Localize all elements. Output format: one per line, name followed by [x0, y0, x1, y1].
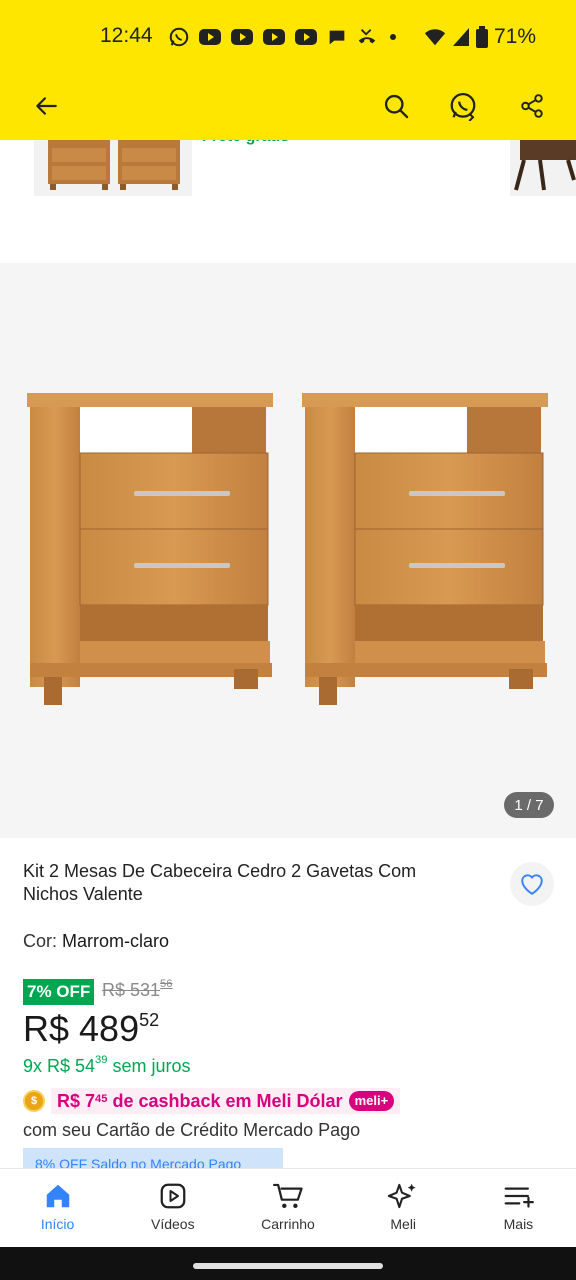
app-header [0, 72, 576, 140]
wifi-icon [424, 29, 446, 46]
nav-label: Meli [390, 1216, 417, 1232]
current-price: R$ 48952 [23, 1008, 160, 1049]
home-icon [46, 1184, 69, 1208]
youtube-icon [263, 29, 285, 45]
installments-text[interactable]: 9x R$ 5439 sem juros [23, 1054, 191, 1077]
screen: 12:44 71% 1 / 7 Kit 2 Mesas De Cabeceira… [0, 0, 576, 1280]
missed-call-icon [358, 29, 376, 44]
status-bar: 12:44 71% [0, 0, 576, 72]
product-image [27, 393, 548, 705]
menu-plus-icon [504, 1187, 535, 1208]
color-selector[interactable]: Cor: Marrom-claro [23, 931, 169, 952]
youtube-icon [199, 29, 221, 45]
related-products-strip[interactable] [0, 140, 576, 196]
image-counter: 1 / 7 [504, 792, 554, 818]
nav-item-videos[interactable]: Vídeos [115, 1169, 230, 1247]
color-value: Marrom-claro [62, 931, 170, 951]
heart-icon [521, 874, 543, 895]
cashback-banner: R$ 745 de cashback em Meli Dólar meli+ [51, 1088, 401, 1114]
nav-item-carrinho[interactable]: Carrinho [230, 1169, 345, 1247]
cart-icon [273, 1183, 303, 1209]
back-arrow-icon[interactable] [26, 86, 66, 126]
meli-plus-badge: meli+ [348, 1091, 395, 1111]
whatsapp-icon [169, 27, 189, 47]
signal-icon [452, 28, 469, 46]
whatsapp-share-icon[interactable] [443, 86, 483, 126]
product-image-gallery[interactable] [0, 263, 576, 838]
discount-badge: 7% OFF [23, 979, 95, 1005]
nav-item-mais[interactable]: Mais [461, 1169, 576, 1247]
home-gesture-handle[interactable] [193, 1263, 383, 1269]
favorite-button[interactable] [510, 862, 554, 906]
nav-item-inicio[interactable]: Início [0, 1169, 115, 1247]
video-icon [160, 1183, 186, 1209]
nav-label: Mais [503, 1216, 534, 1232]
color-label: Cor: [23, 931, 58, 951]
related-product-image-right[interactable] [510, 140, 576, 196]
status-time: 12:44 [100, 24, 153, 47]
youtube-icon [231, 29, 253, 45]
share-icon[interactable] [512, 86, 552, 126]
battery-icon [475, 26, 488, 48]
related-product-image[interactable] [34, 140, 192, 196]
nav-item-meli[interactable]: Meli [346, 1169, 461, 1247]
meli-dollar-coin-icon: $ [23, 1090, 45, 1112]
status-right: 71% [424, 24, 536, 50]
original-price: R$ 53156 [102, 978, 173, 1000]
nav-label: Vídeos [151, 1216, 195, 1232]
notification-icons [168, 24, 400, 50]
top-bar: 12:44 71% [0, 0, 576, 140]
battery-percent: 71% [493, 25, 536, 48]
dot-icon [390, 34, 396, 40]
product-title: Kit 2 Mesas De Cabeceira Cedro 2 Gavetas… [23, 861, 417, 904]
saldo-banner[interactable]: 8% OFF Saldo no Mercado Pago [23, 1148, 283, 1168]
cashback-row: $ R$ 745 de cashback em Meli Dólar meli+ [23, 1088, 401, 1114]
nav-label: Carrinho [261, 1216, 315, 1232]
sparkle-icon [388, 1183, 416, 1209]
card-condition-text: com seu Cartão de Crédito Mercado Pago [23, 1120, 361, 1140]
search-icon[interactable] [376, 86, 416, 126]
chat-bubble-icon [329, 30, 345, 45]
nav-label: Início [40, 1216, 75, 1232]
bottom-navigation: Início Vídeos Carrinho Meli Mais [0, 1168, 576, 1247]
youtube-icon [295, 29, 317, 45]
